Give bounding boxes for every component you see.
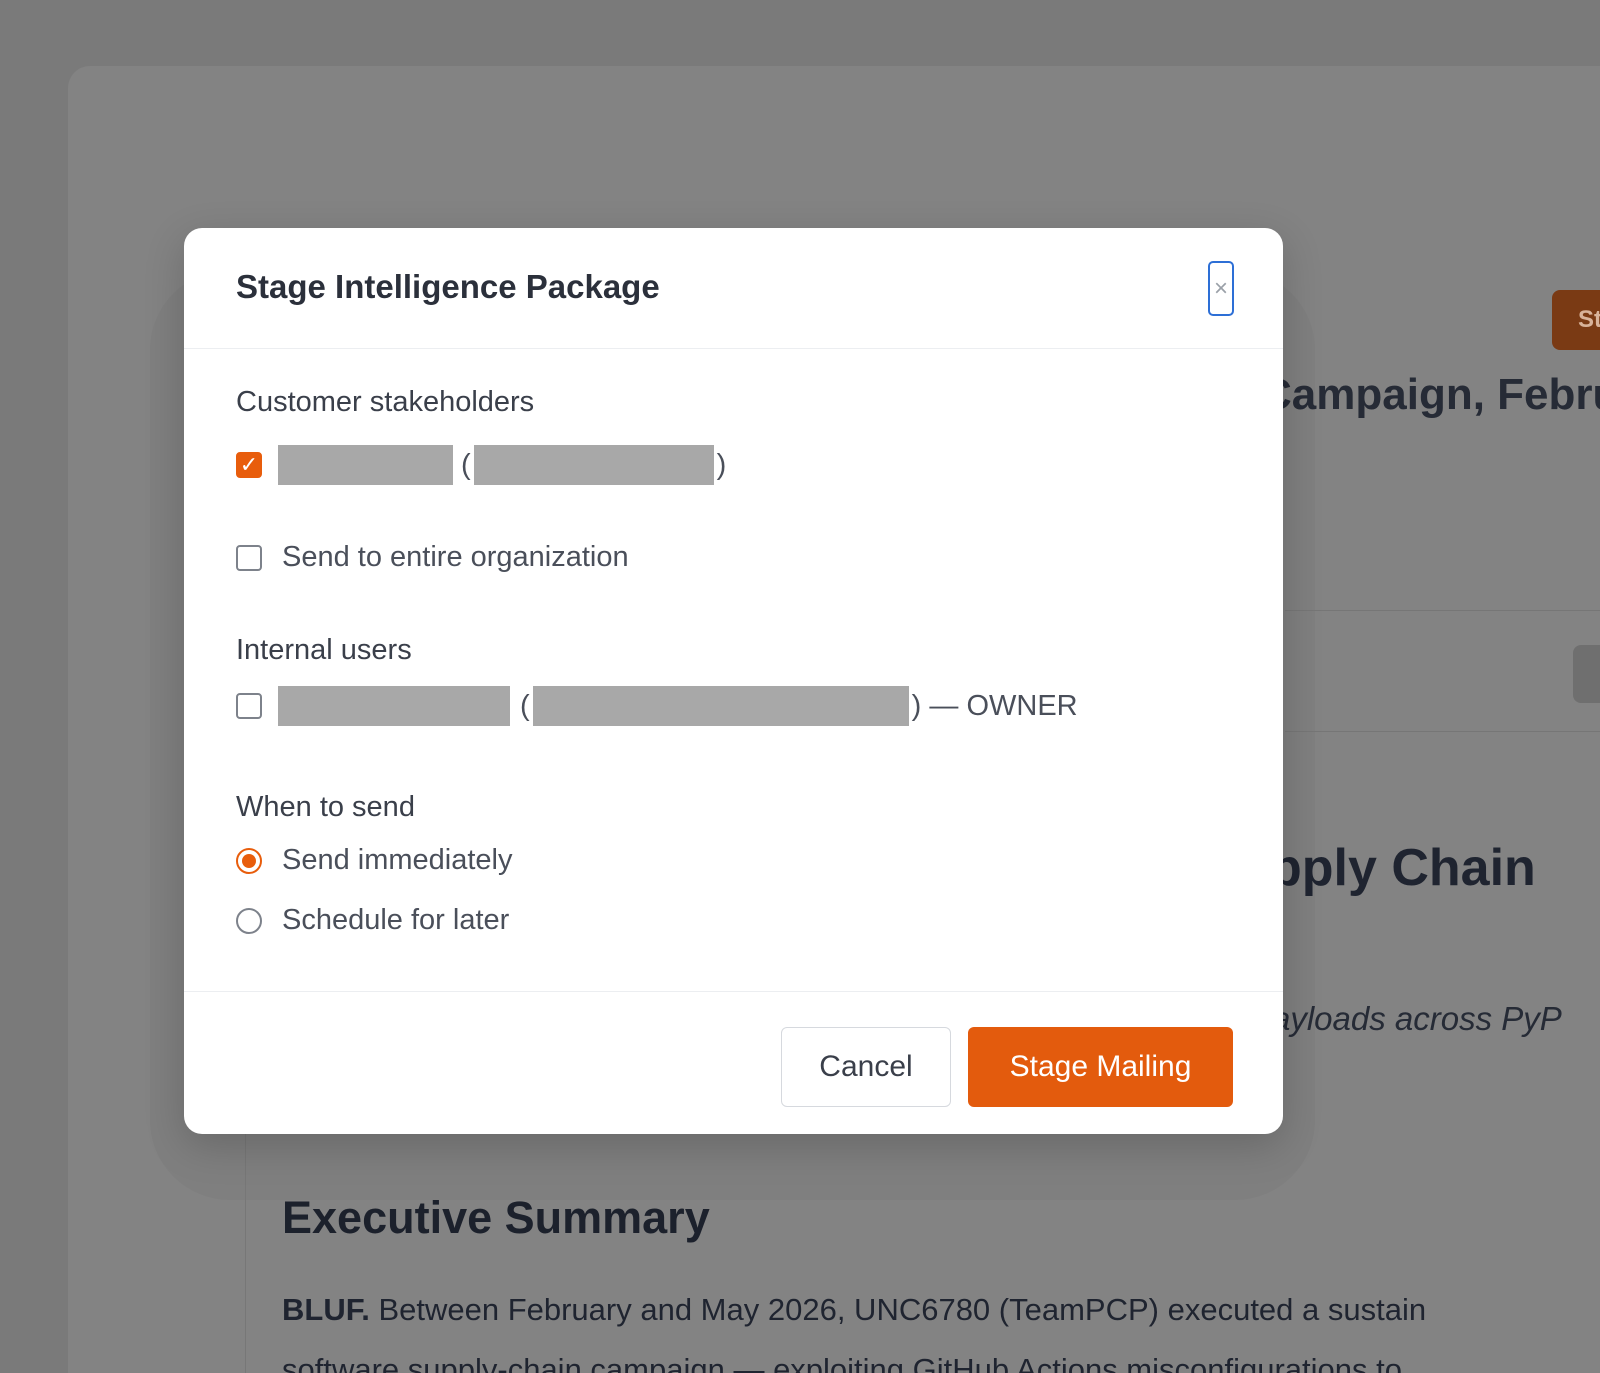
close-icon[interactable]: × <box>1208 261 1234 316</box>
customer-stakeholders-label: Customer stakeholders <box>236 386 535 418</box>
modal-header: Stage Intelligence Package × <box>184 228 1283 349</box>
background-bluf-paragraph: BLUF. Between February and May 2026, UNC… <box>282 1280 1600 1373</box>
background-gray-button <box>1573 645 1600 703</box>
stage-mailing-button[interactable]: Stage Mailing <box>968 1027 1233 1107</box>
background-stage-button: St <box>1552 290 1600 350</box>
background-payloads-text: ayloads across PyP <box>1272 1000 1562 1037</box>
cancel-button[interactable]: Cancel <box>781 1027 951 1107</box>
schedule-later-radio[interactable] <box>236 907 262 934</box>
bluf-line-1-text: Between February and May 2026, UNC6780 (… <box>369 1292 1427 1327</box>
open-paren: ( <box>520 689 530 722</box>
customer-stakeholder-row: ✓ ( ) <box>236 445 726 485</box>
modal-title: Stage Intelligence Package <box>236 268 660 305</box>
stage-package-modal: Stage Intelligence Package × Customer st… <box>184 228 1283 1134</box>
schedule-later-label: Schedule for later <box>282 904 510 936</box>
close-paren: ) <box>716 448 727 481</box>
background-divider <box>1285 610 1600 611</box>
modal-body: Customer stakeholders ✓ ( ) Send to enti… <box>184 349 1283 992</box>
internal-user-checkbox[interactable] <box>236 693 262 719</box>
customer-stakeholder-checkbox[interactable]: ✓ <box>236 452 262 478</box>
open-paren: ( <box>461 448 471 481</box>
background-divider <box>1285 731 1600 732</box>
redacted-email <box>532 686 909 726</box>
send-immediately-option[interactable]: Send immediately <box>236 844 513 877</box>
send-to-organization-row[interactable]: Send to entire organization <box>236 541 629 574</box>
internal-user-row: ( ) — OWNER <box>236 686 1078 726</box>
bluf-line-2: software supply-chain campaign — exploit… <box>282 1352 1402 1373</box>
bluf-label: BLUF. <box>282 1292 370 1327</box>
owner-suffix: ) — OWNER <box>911 689 1078 722</box>
send-immediately-radio[interactable] <box>236 847 262 874</box>
redacted-name <box>278 686 510 726</box>
bluf-line-1: BLUF. Between February and May 2026, UNC… <box>282 1280 1600 1340</box>
background-executive-summary-heading: Executive Summary <box>282 1192 710 1243</box>
internal-users-label: Internal users <box>236 634 412 666</box>
redacted-name <box>278 445 453 485</box>
send-to-organization-checkbox[interactable] <box>236 544 262 571</box>
schedule-later-option[interactable]: Schedule for later <box>236 904 509 937</box>
redacted-email <box>473 445 714 485</box>
when-to-send-label: When to send <box>236 791 415 823</box>
send-immediately-label: Send immediately <box>282 844 513 876</box>
send-to-organization-label: Send to entire organization <box>282 541 629 573</box>
modal-footer: Cancel Stage Mailing <box>184 992 1283 1133</box>
background-supply-chain-heading: pply Chain <box>1270 839 1536 897</box>
background-campaign-heading: Campaign, Febru <box>1260 370 1600 419</box>
